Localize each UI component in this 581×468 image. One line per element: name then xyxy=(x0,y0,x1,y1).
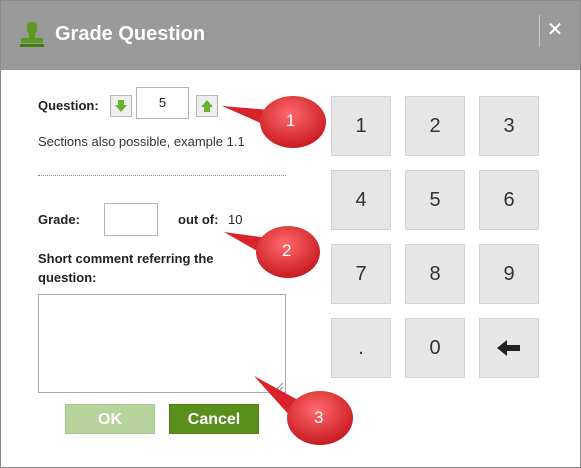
question-increment-button[interactable] xyxy=(196,95,218,117)
arrow-up-icon xyxy=(201,100,213,112)
callout-1-marker xyxy=(222,96,326,148)
keypad-key-5[interactable]: 5 xyxy=(405,170,465,230)
dialog-title: Grade Question xyxy=(55,23,206,45)
close-separator xyxy=(539,15,540,47)
keypad-key-2[interactable]: 2 xyxy=(405,96,465,156)
keypad-key-6[interactable]: 6 xyxy=(479,170,539,230)
stamp-icon xyxy=(19,21,45,49)
question-hint: Sections also possible, example 1.1 xyxy=(38,134,245,149)
backspace-arrow-icon xyxy=(497,340,520,356)
keypad-key-dot[interactable]: . xyxy=(331,318,391,378)
keypad-key-7[interactable]: 7 xyxy=(331,244,391,304)
question-label: Question: xyxy=(38,98,99,113)
section-divider xyxy=(38,175,286,176)
grade-input[interactable] xyxy=(104,203,158,236)
dialog-titlebar: Grade Question ✕ xyxy=(1,1,580,70)
question-number-input[interactable]: 5 xyxy=(136,87,189,119)
callout-2-marker xyxy=(224,226,320,278)
close-button[interactable]: ✕ xyxy=(542,17,568,43)
callout-2-number: 2 xyxy=(282,241,292,260)
keypad-key-9[interactable]: 9 xyxy=(479,244,539,304)
keypad-key-4[interactable]: 4 xyxy=(331,170,391,230)
comment-textarea[interactable] xyxy=(38,294,286,393)
keypad-backspace-button[interactable] xyxy=(479,318,539,378)
ok-button[interactable]: OK xyxy=(65,404,155,434)
keypad-key-3[interactable]: 3 xyxy=(479,96,539,156)
callout-1-number: 1 xyxy=(286,111,296,130)
keypad-key-0[interactable]: 0 xyxy=(405,318,465,378)
cancel-button[interactable]: Cancel xyxy=(169,404,259,434)
comment-label: Short comment referring the question: xyxy=(38,251,214,285)
callout-3-marker xyxy=(254,376,353,445)
keypad-key-8[interactable]: 8 xyxy=(405,244,465,304)
callout-3-number: 3 xyxy=(314,408,324,427)
out-of-label: out of: xyxy=(178,212,219,227)
grade-label: Grade: xyxy=(38,212,80,227)
keypad-key-1[interactable]: 1 xyxy=(331,96,391,156)
question-decrement-button[interactable] xyxy=(110,95,132,117)
arrow-down-icon xyxy=(115,100,127,112)
